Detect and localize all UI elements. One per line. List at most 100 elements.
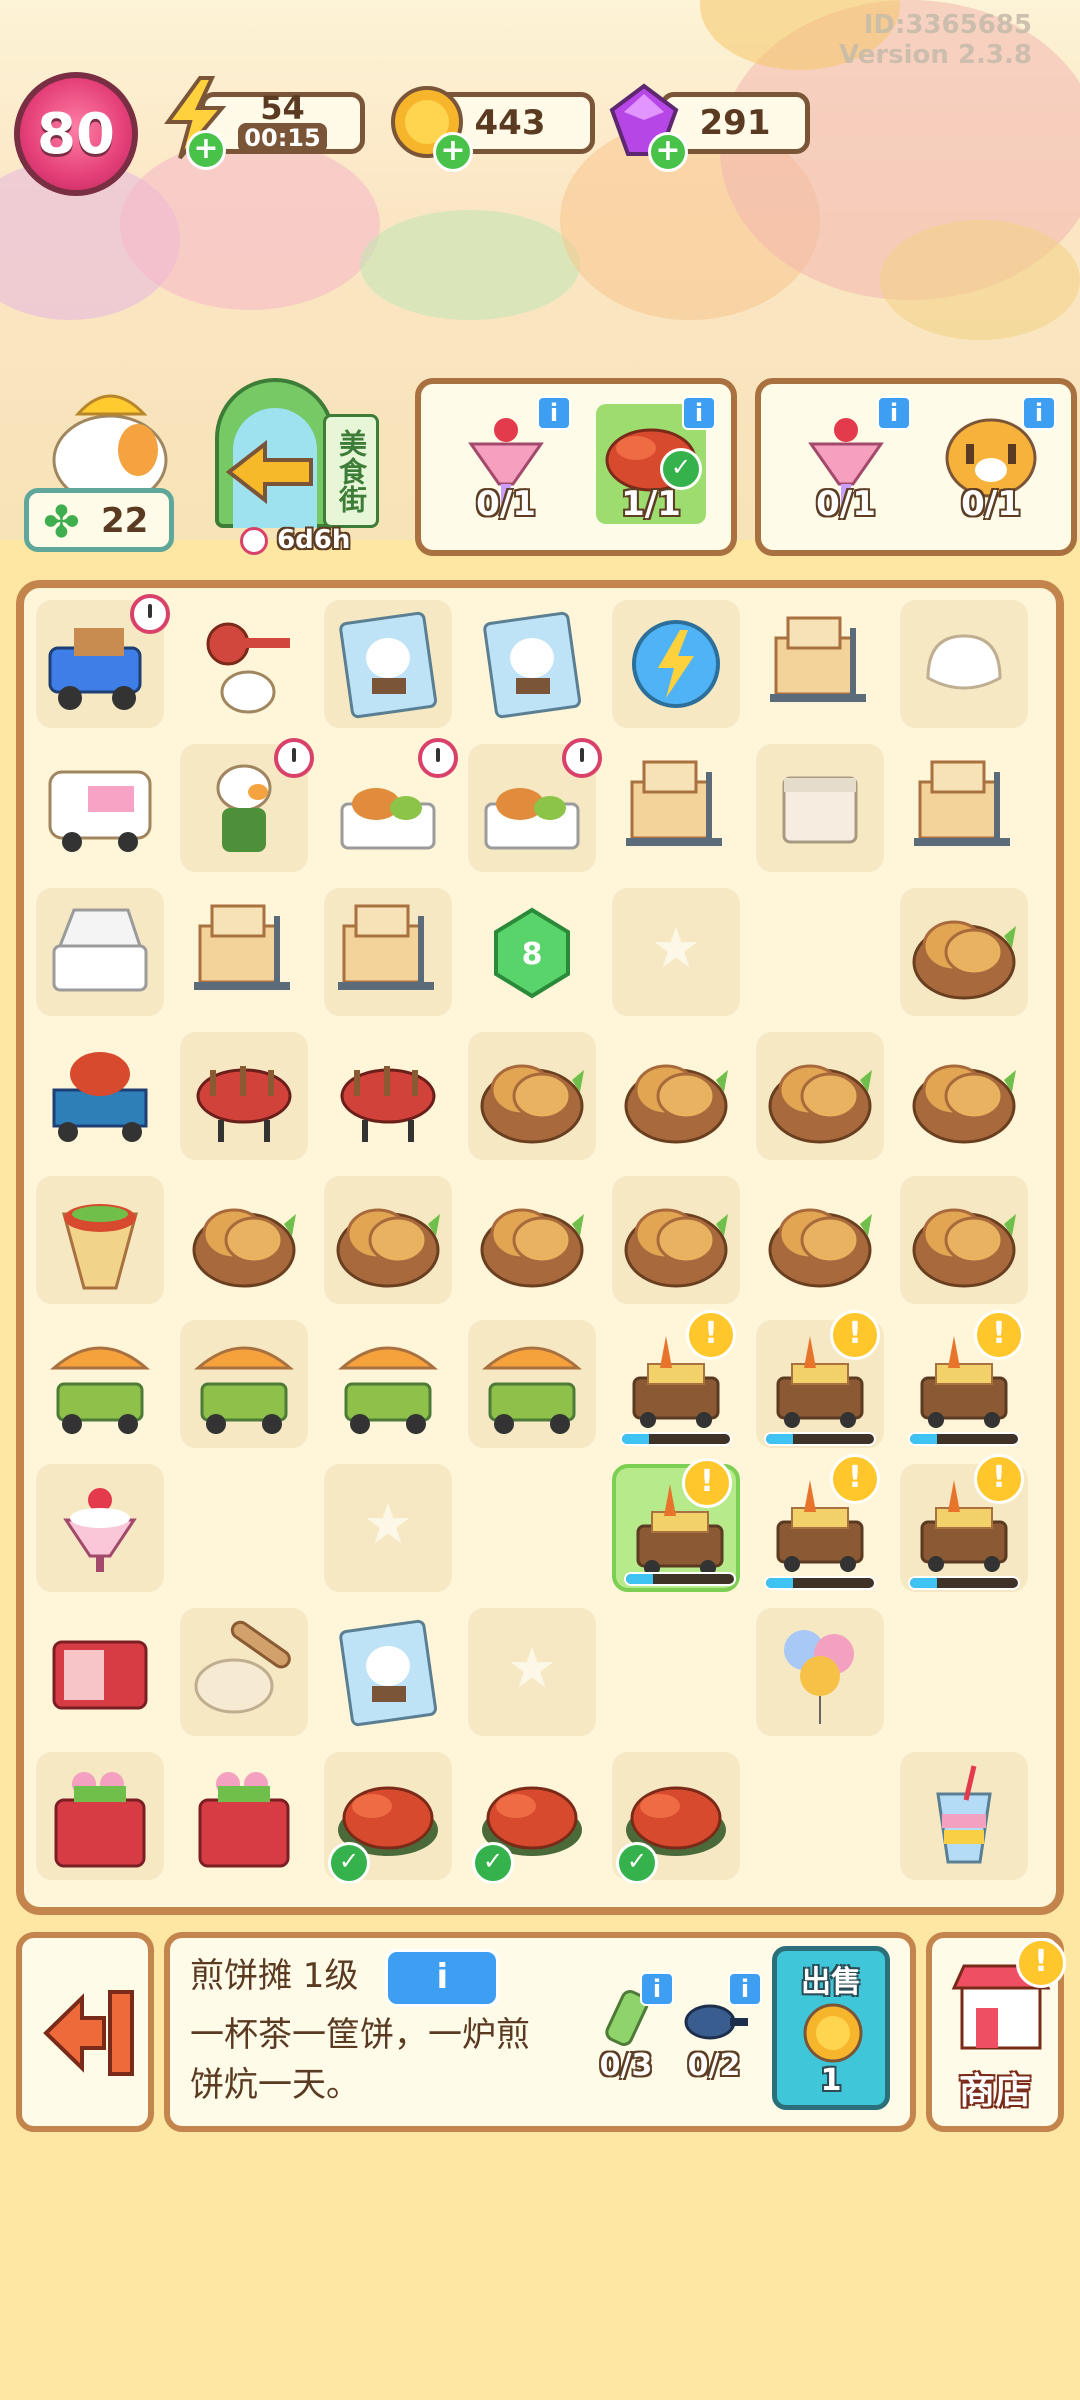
board-cell[interactable]: [900, 1176, 1028, 1304]
order-card-1[interactable]: 0/1 i 1/1 i ✓: [415, 378, 737, 556]
board-cell[interactable]: [900, 1752, 1028, 1880]
board-cell[interactable]: [756, 1608, 884, 1736]
pancake-basket-icon: [480, 1064, 584, 1144]
info-icon[interactable]: i: [682, 396, 716, 430]
board-cell[interactable]: [180, 738, 314, 872]
info-icon[interactable]: i: [640, 1972, 674, 2006]
flower-fridge-icon: [198, 1772, 290, 1868]
board-cell[interactable]: 8: [468, 888, 596, 1016]
info-icon[interactable]: i: [537, 396, 571, 430]
board-cell[interactable]: [36, 744, 164, 872]
progress-fill: [622, 1434, 649, 1444]
order-item-parfait[interactable]: 0/1 i: [791, 396, 911, 524]
board-cell[interactable]: [900, 600, 1028, 728]
info-icon[interactable]: i: [728, 1972, 762, 2006]
street-sign: 美食街: [323, 414, 379, 528]
board-cell[interactable]: [756, 1032, 884, 1160]
info-icon[interactable]: i: [1022, 396, 1056, 430]
board-cell[interactable]: [36, 594, 170, 728]
board-cell[interactable]: [36, 1032, 164, 1160]
info-icon[interactable]: i: [877, 396, 911, 430]
board-cell[interactable]: [180, 1608, 308, 1736]
board-cell[interactable]: [324, 1320, 452, 1448]
requirement-drink[interactable]: 0/3 i: [592, 1972, 674, 2092]
board-cell[interactable]: !: [900, 1454, 1028, 1592]
board-cell[interactable]: [612, 1176, 740, 1304]
order-item-parfait[interactable]: 0/1 i: [451, 396, 571, 524]
add-energy-button[interactable]: +: [186, 130, 226, 170]
board-cell[interactable]: [612, 1032, 740, 1160]
board-cell[interactable]: [900, 1608, 1028, 1736]
board-cell[interactable]: [36, 888, 164, 1016]
board-cell[interactable]: [756, 600, 884, 728]
board-cell[interactable]: [756, 1752, 884, 1880]
board-cell[interactable]: !: [900, 1310, 1028, 1448]
board-cell[interactable]: [180, 1464, 308, 1592]
board-cell[interactable]: !: [612, 1310, 740, 1448]
board-cell[interactable]: [180, 1176, 308, 1304]
board-cell[interactable]: [468, 738, 602, 872]
requirement-pan[interactable]: 0/2 i: [680, 1972, 762, 2092]
board-cell[interactable]: [756, 888, 884, 1016]
pancake-basket-icon: [768, 1064, 872, 1144]
board-cell[interactable]: [36, 1320, 164, 1448]
board-cell[interactable]: [468, 600, 596, 728]
board-cell[interactable]: [468, 1032, 596, 1160]
board-cell[interactable]: ✓: [612, 1752, 740, 1884]
board-cell[interactable]: [324, 738, 458, 872]
board-cell[interactable]: [324, 1608, 452, 1736]
add-coin-button[interactable]: +: [433, 132, 473, 172]
board-cell[interactable]: !: [756, 1310, 884, 1448]
board-cell[interactable]: [612, 744, 740, 872]
board-cell[interactable]: [180, 1320, 308, 1448]
board-cell[interactable]: [612, 888, 740, 1016]
board-cell[interactable]: [324, 1032, 452, 1160]
clover-counter[interactable]: ✤ 22: [24, 488, 174, 552]
board-cell[interactable]: !: [612, 1458, 740, 1592]
board-cell[interactable]: [612, 600, 740, 728]
timer-icon: [274, 738, 314, 778]
board-cell[interactable]: [324, 1464, 452, 1592]
board-cell[interactable]: [612, 1608, 740, 1736]
order-card-2[interactable]: 0/1 i 0/1 i: [755, 378, 1077, 556]
shop-button[interactable]: ! 商店: [926, 1932, 1066, 2132]
order-item-crayfish[interactable]: 1/1 i ✓: [596, 396, 716, 524]
board-cell[interactable]: [36, 1752, 164, 1880]
board-cell[interactable]: [468, 1608, 596, 1736]
pancake-basket-icon: [624, 1208, 728, 1288]
board-cell[interactable]: ✓: [324, 1752, 452, 1884]
bbq-grill-icon: [340, 1066, 436, 1142]
board-cell[interactable]: [468, 1320, 596, 1448]
order-item-tiger[interactable]: 0/1 i: [936, 396, 1056, 524]
board-grid: 8!!!!!! ✓ ✓ ✓: [36, 594, 1044, 1900]
board-cell[interactable]: [468, 1176, 596, 1304]
board-cell[interactable]: [324, 1176, 452, 1304]
board-cell[interactable]: [180, 888, 308, 1016]
board-cell[interactable]: [36, 1608, 164, 1736]
food-street-gate[interactable]: 美食街: [205, 378, 385, 528]
level-badge[interactable]: 80: [14, 72, 138, 196]
exit-button[interactable]: [16, 1932, 154, 2132]
add-gem-button[interactable]: +: [648, 132, 688, 172]
dough-icon: [926, 634, 1002, 690]
board-cell[interactable]: [180, 1032, 308, 1160]
board-cell[interactable]: [180, 600, 308, 728]
description-line-2: 饼炕一天。: [190, 2065, 360, 2105]
board-cell[interactable]: [324, 888, 452, 1016]
board-cell[interactable]: [900, 888, 1028, 1016]
board-cell[interactable]: !: [756, 1454, 884, 1592]
board-cell[interactable]: [756, 1176, 884, 1304]
board-cell[interactable]: [900, 744, 1028, 872]
sell-button[interactable]: 出售 1: [772, 1946, 890, 2110]
board-cell[interactable]: [324, 600, 452, 728]
board-cell[interactable]: [36, 1176, 164, 1304]
board-cell[interactable]: ✓: [468, 1752, 596, 1884]
info-button[interactable]: i: [385, 1948, 500, 2007]
energy-value: 54: [260, 89, 305, 127]
alert-icon: !: [830, 1454, 880, 1504]
board-cell[interactable]: [36, 1464, 164, 1592]
board-cell[interactable]: [180, 1752, 308, 1880]
board-cell[interactable]: [900, 1032, 1028, 1160]
board-cell[interactable]: [756, 744, 884, 872]
board-cell[interactable]: [468, 1464, 596, 1592]
